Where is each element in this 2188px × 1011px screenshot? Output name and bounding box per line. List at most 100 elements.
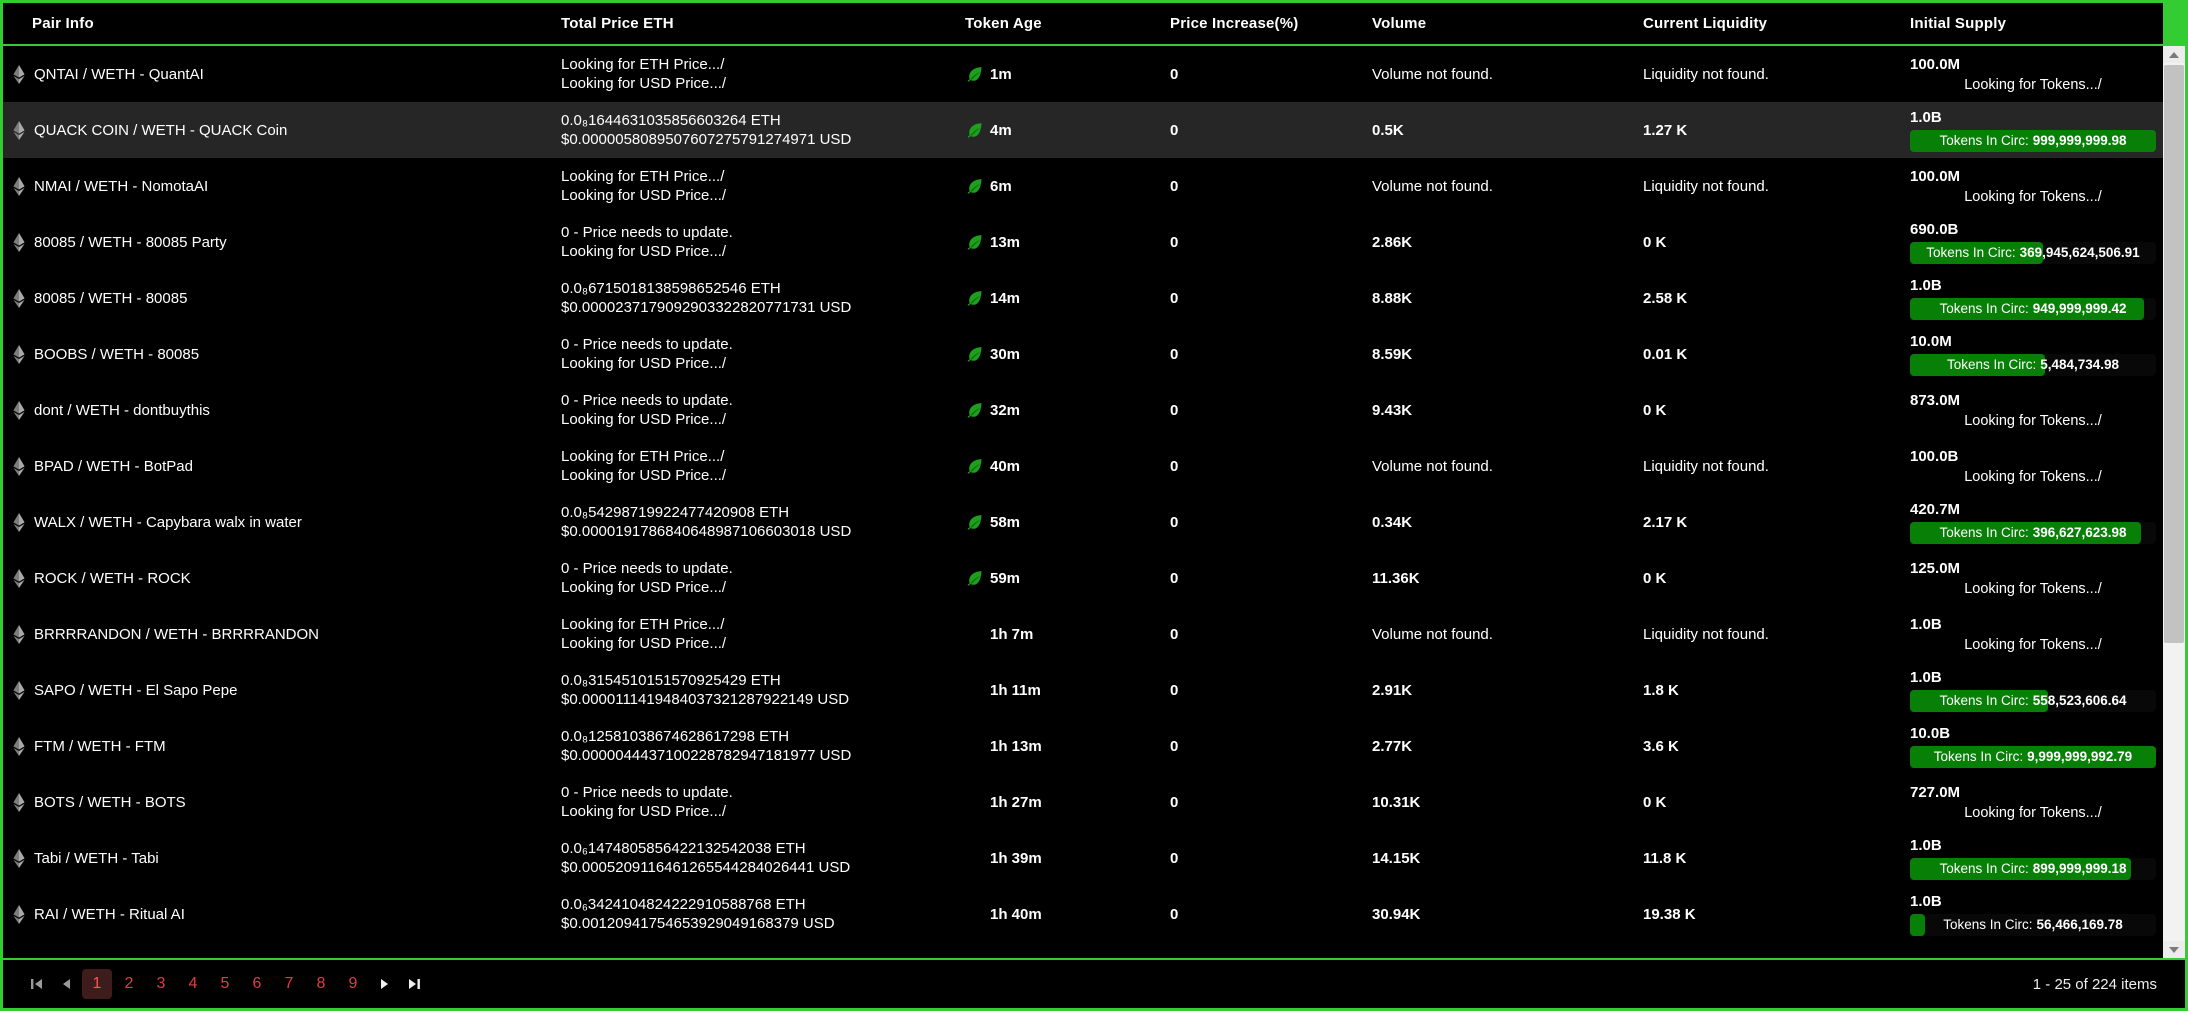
volume: Volume not found. [1351,458,1622,475]
table-row[interactable]: RAI / WETH - Ritual AI 0.0₆3424104824222… [3,886,2163,942]
page-button[interactable]: 3 [146,969,176,999]
table-row[interactable]: WALX / WETH - Capybara walx in water 0.0… [3,494,2163,550]
price-usd: $0.0005209116461265544284026441 USD [561,858,945,877]
price-increase: 0 [1149,514,1351,531]
page-button[interactable]: 9 [338,969,368,999]
page-button[interactable]: 6 [242,969,272,999]
token-age: 14m [990,290,1020,307]
volume: 9.43K [1351,402,1622,419]
column-header-price-increase[interactable]: Price Increase(%) [1149,15,1351,32]
liquidity: 2.58 K [1622,290,1889,307]
page-button[interactable]: 2 [114,969,144,999]
price-usd: $0.0000044437100228782947181977 USD [561,746,945,765]
table-row[interactable]: SAPO / WETH - El Sapo Pepe 0.0₈315451015… [3,662,2163,718]
pagination-bar: 123456789 1 - 25 of 224 items [3,960,2185,1008]
page-button-current[interactable]: 1 [82,969,112,999]
eth-diamond-icon [13,233,25,252]
eth-diamond-icon [13,401,25,420]
initial-supply: 873.0M [1910,392,2163,409]
pair-name: dont / WETH - dontbuythis [34,402,210,419]
initial-supply: 100.0M [1910,56,2163,73]
table-row[interactable]: 0.0₈45502413047073400463 ETH 10.0B [3,942,2163,958]
liquidity: 2.17 K [1622,514,1889,531]
table-row[interactable]: BOOBS / WETH - 80085 0 - Price needs to … [3,326,2163,382]
page-button[interactable]: 7 [274,969,304,999]
table-row[interactable]: QNTAI / WETH - QuantAI Looking for ETH P… [3,46,2163,102]
tokens-in-circ-text: Tokens In Circ:396,627,623.98 [1910,522,2156,544]
table-row[interactable]: 80085 / WETH - 80085 0.0₈671501813859865… [3,270,2163,326]
table-row[interactable]: BRRRRANDON / WETH - BRRRRANDON Looking f… [3,606,2163,662]
tokens-in-circ-bar: Tokens In Circ:5,484,734.98 [1910,354,2156,376]
price-increase: 0 [1149,738,1351,755]
price-usd: Looking for USD Price.../ [561,74,945,93]
eth-diamond-icon [13,737,25,756]
tokens-in-circ-label: Tokens In Circ: [1926,245,2015,260]
table-row[interactable]: Tabi / WETH - Tabi 0.0₆14748058564221325… [3,830,2163,886]
table-row[interactable]: NMAI / WETH - NomotaAI Looking for ETH P… [3,158,2163,214]
liquidity: 19.38 K [1622,906,1889,923]
tokens-in-circ-text: Tokens In Circ:5,484,734.98 [1910,354,2156,376]
scroll-down-button[interactable] [2163,941,2185,958]
liquidity: 1.27 K [1622,122,1889,139]
table-row[interactable]: ROCK / WETH - ROCK 0 - Price needs to up… [3,550,2163,606]
token-age: 40m [990,458,1020,475]
price-eth: 0 - Price needs to update. [561,783,945,802]
tokens-in-circ-value: 899,999,999.18 [2033,861,2127,876]
page-button[interactable]: 5 [210,969,240,999]
column-header-pair-info[interactable]: Pair Info [3,15,543,32]
price-usd: Looking for USD Price.../ [561,466,945,485]
previous-page-button[interactable] [51,969,81,999]
pair-name: BOTS / WETH - BOTS [34,794,186,811]
price-usd: Looking for USD Price.../ [561,578,945,597]
tokens-in-circ-label: Tokens In Circ: [1943,917,2032,932]
initial-supply: 1.0B [1910,616,2163,633]
tokens-in-circ-label: Tokens In Circ: [1939,133,2028,148]
last-page-button[interactable] [399,969,429,999]
last-page-icon [407,977,422,991]
column-header-token-age[interactable]: Token Age [945,15,1149,32]
page-button[interactable]: 8 [306,969,336,999]
price-eth: 0 - Price needs to update. [561,559,945,578]
price-increase: 0 [1149,346,1351,363]
table-body: QNTAI / WETH - QuantAI Looking for ETH P… [3,46,2163,958]
tokens-in-circ-value: 558,523,606.64 [2033,693,2127,708]
column-header-volume[interactable]: Volume [1351,15,1622,32]
column-header-total-price-eth[interactable]: Total Price ETH [543,15,945,32]
token-age: 1h 7m [990,626,1033,643]
volume: 2.91K [1351,682,1622,699]
leaf-icon [965,569,983,587]
eth-diamond-icon [13,905,25,924]
liquidity: Liquidity not found. [1622,178,1889,195]
price-usd: Looking for USD Price.../ [561,186,945,205]
table-row[interactable]: dont / WETH - dontbuythis 0 - Price need… [3,382,2163,438]
next-page-button[interactable] [369,969,399,999]
vertical-scrollbar[interactable] [2163,3,2185,958]
price-increase: 0 [1149,794,1351,811]
table-row[interactable]: FTM / WETH - FTM 0.0₈1258103867462861729… [3,718,2163,774]
tokens-in-circ-value: 5,484,734.98 [2040,357,2119,372]
table-row[interactable]: BOTS / WETH - BOTS 0 - Price needs to up… [3,774,2163,830]
liquidity: 1.8 K [1622,682,1889,699]
table-row[interactable]: BPAD / WETH - BotPad Looking for ETH Pri… [3,438,2163,494]
pair-name: FTM / WETH - FTM [34,738,166,755]
tokens-in-circ-bar: Tokens In Circ:369,945,624,506.91 [1910,242,2156,264]
pair-name: QUACK COIN / WETH - QUACK Coin [34,122,287,139]
price-usd: Looking for USD Price.../ [561,410,945,429]
table-row[interactable]: 80085 / WETH - 80085 Party 0 - Price nee… [3,214,2163,270]
column-header-current-liquidity[interactable]: Current Liquidity [1622,15,1889,32]
price-increase: 0 [1149,234,1351,251]
first-page-button[interactable] [21,969,51,999]
tokens-in-circ-value: 999,999,999.98 [2033,133,2127,148]
price-usd: Looking for USD Price.../ [561,354,945,373]
initial-supply: 727.0M [1910,784,2163,801]
tokens-in-circ-value: 56,466,169.78 [2036,917,2122,932]
leaf-icon [965,457,983,475]
page-button[interactable]: 4 [178,969,208,999]
pair-name: Tabi / WETH - Tabi [34,850,159,867]
token-age: 1m [990,66,1012,83]
tokens-in-circ-text: Tokens In Circ:558,523,606.64 [1910,690,2156,712]
table-row[interactable]: QUACK COIN / WETH - QUACK Coin 0.0₈16446… [3,102,2163,158]
column-header-initial-supply[interactable]: Initial Supply [1889,15,2163,32]
scrollbar-thumb[interactable] [2164,65,2184,643]
scroll-up-button[interactable] [2163,46,2185,63]
